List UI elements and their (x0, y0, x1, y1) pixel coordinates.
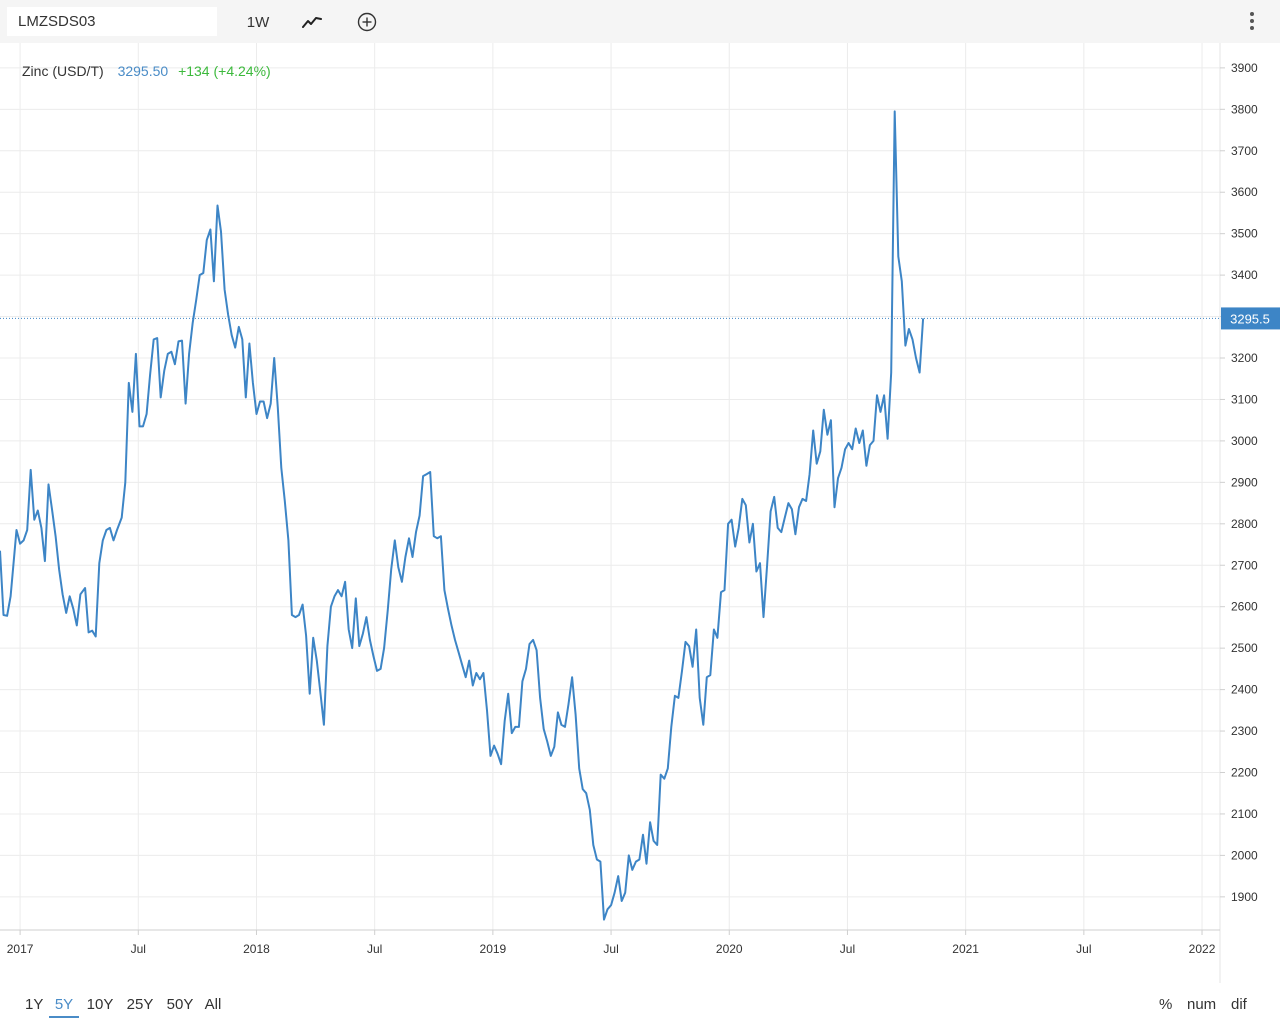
toolbar: 1W (0, 0, 1280, 43)
x-tick-label: Jul (603, 942, 618, 956)
y-tick-label: 2500 (1231, 641, 1258, 655)
period-50y[interactable]: 50Y (165, 990, 195, 1018)
period-selector: 1Y 5Y 10Y 25Y 50Y All (0, 990, 223, 1020)
y-tick-label: 3400 (1231, 268, 1258, 282)
add-circle-icon[interactable] (355, 8, 379, 36)
y-tick-label: 2400 (1231, 683, 1258, 697)
period-25y[interactable]: 25Y (125, 990, 155, 1018)
y-tick-label: 3200 (1231, 351, 1258, 365)
y-tick-label: 2900 (1231, 475, 1258, 489)
y-tick-label: 2600 (1231, 600, 1258, 614)
y-tick-label: 3900 (1231, 61, 1258, 75)
mode-dif[interactable]: dif (1231, 996, 1247, 1013)
legend-change: +134 (+4.24%) (178, 63, 271, 79)
x-tick-label: Jul (840, 942, 855, 956)
time-axis: 2017 Jul 2018 Jul 2019 Jul 2020 Jul 2021 Jul 2022 (7, 930, 1216, 956)
y-tick-label: 1900 (1231, 890, 1258, 904)
y-tick-label: 3700 (1231, 144, 1258, 158)
y-tick-label: 2200 (1231, 765, 1258, 779)
x-tick-label: 2021 (952, 942, 979, 956)
x-tick-label: Jul (367, 942, 382, 956)
chart-legend: Zinc (USD/T) 3295.50 +134 (+4.24%) (22, 63, 271, 79)
y-tick-label: 2700 (1231, 558, 1258, 572)
period-all[interactable]: All (203, 990, 223, 1018)
y-tick-label: 3800 (1231, 102, 1258, 116)
x-tick-label: 2019 (480, 942, 507, 956)
y-tick-label: 3000 (1231, 434, 1258, 448)
period-1y[interactable]: 1Y (25, 990, 43, 1018)
mode-percent[interactable]: % (1159, 996, 1172, 1013)
line-chart-icon[interactable] (298, 8, 326, 36)
interval-button[interactable]: 1W (240, 8, 276, 36)
x-tick-label: Jul (131, 942, 146, 956)
y-tick-label: 2000 (1231, 848, 1258, 862)
legend-name: Zinc (USD/T) (22, 63, 104, 79)
last-value-badge: 3295.5 (1221, 307, 1280, 330)
y-tick-label: 3500 (1231, 227, 1258, 241)
last-value-label: 3295.5 (1230, 311, 1270, 326)
chart-grid (0, 43, 1220, 930)
y-tick-label: 3100 (1231, 392, 1258, 406)
price-axis: 1900 2000 2100 2200 2300 2400 2500 2600 2700 2800… (1220, 61, 1258, 904)
y-tick-label: 2800 (1231, 517, 1258, 531)
x-tick-label: 2022 (1189, 942, 1216, 956)
x-tick-label: 2018 (243, 942, 270, 956)
y-tick-label: 2100 (1231, 807, 1258, 821)
price-chart[interactable]: 2017 Jul 2018 Jul 2019 Jul 2020 Jul 2021 Jul 2022 … (0, 43, 1280, 983)
x-tick-label: Jul (1076, 942, 1091, 956)
symbol-input[interactable] (7, 7, 217, 36)
period-5y[interactable]: 5Y (49, 990, 79, 1018)
y-tick-label: 3600 (1231, 185, 1258, 199)
mode-num[interactable]: num (1187, 996, 1216, 1013)
x-tick-label: 2020 (716, 942, 743, 956)
y-tick-label: 2300 (1231, 724, 1258, 738)
period-10y[interactable]: 10Y (85, 990, 115, 1018)
x-tick-label: 2017 (7, 942, 34, 956)
more-vert-icon[interactable] (1244, 10, 1260, 36)
legend-price: 3295.50 (117, 63, 169, 79)
